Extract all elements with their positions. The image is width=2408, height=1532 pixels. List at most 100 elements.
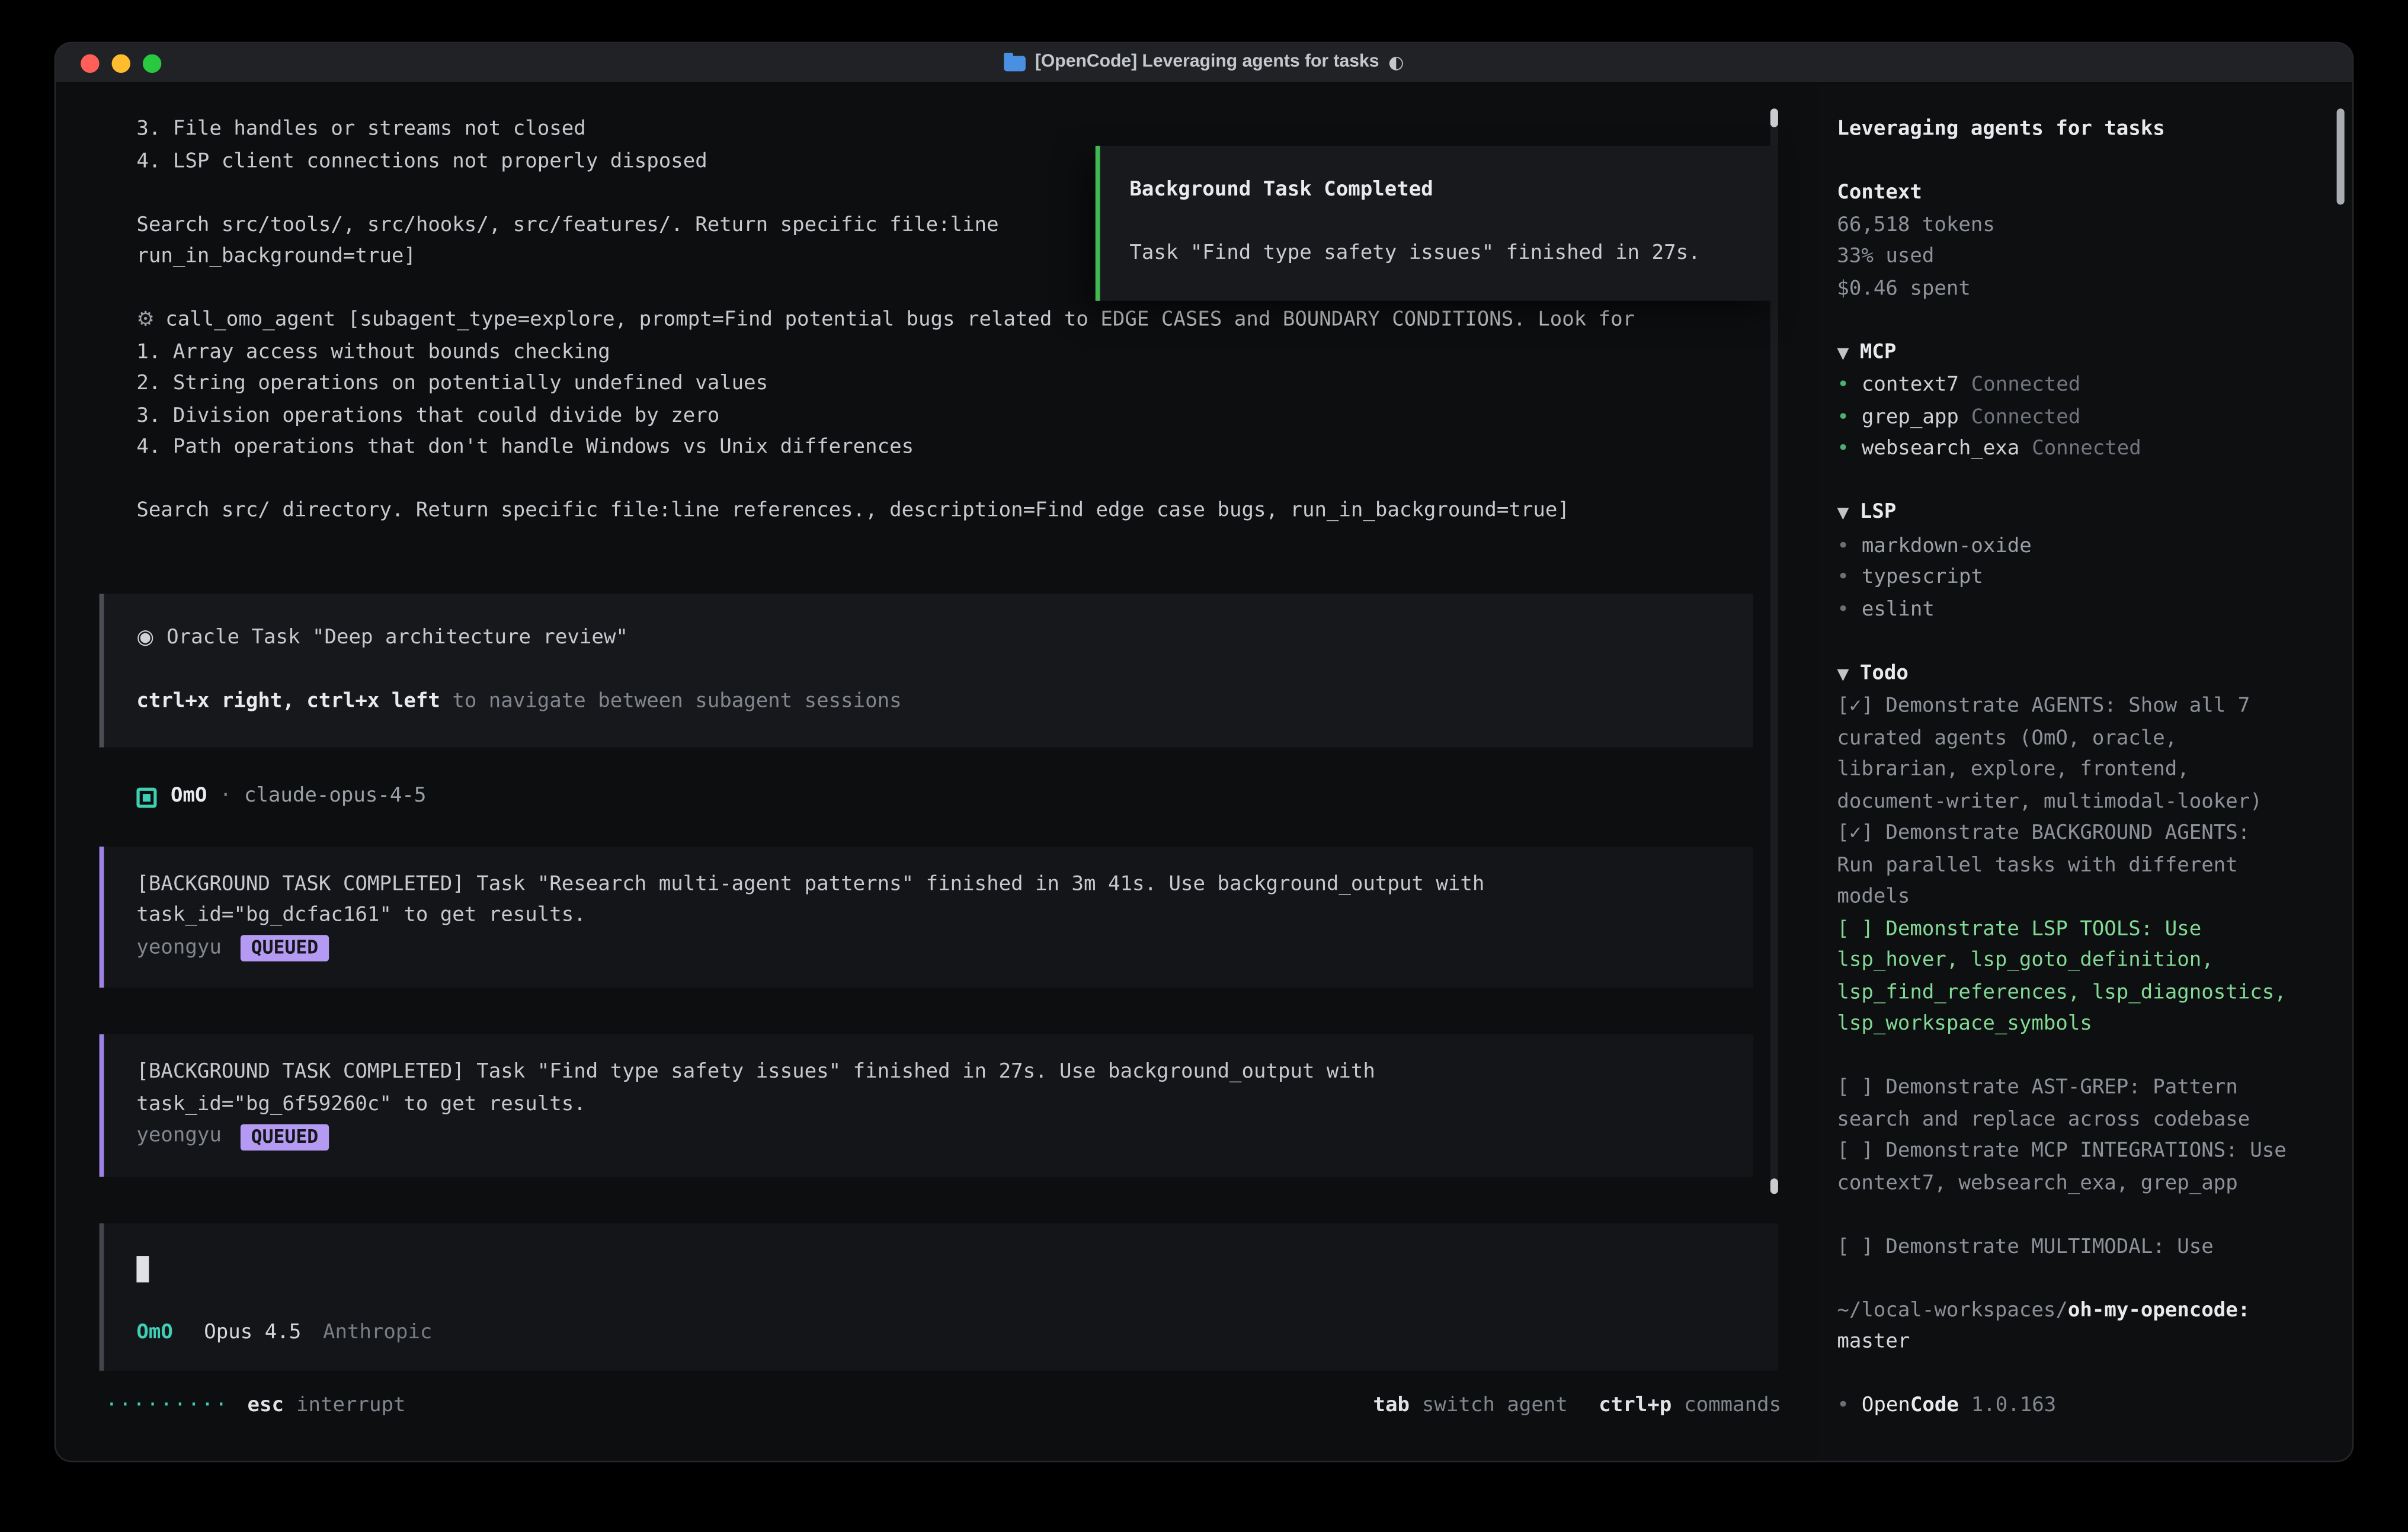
- opencode-version: •OpenCode1.0.163: [1837, 1391, 2324, 1423]
- main-scrollbar-thumb[interactable]: [1770, 108, 1778, 127]
- gear-icon: ⚙: [136, 309, 155, 332]
- input-model-name: Opus 4.5: [204, 1321, 301, 1344]
- session-sidebar: Leveraging agents for tasks Context 66,5…: [1818, 84, 2352, 1460]
- input-line[interactable]: [136, 1254, 1741, 1286]
- commands-key: ctrl+p: [1599, 1390, 1671, 1422]
- status-bar: ········· esc interrupt tab switch agent c…: [56, 1390, 1818, 1422]
- session-title: Leveraging agents for tasks: [1837, 115, 2324, 147]
- spinner-dots: ·········: [105, 1390, 229, 1422]
- workspace-branch: master: [1837, 1327, 2324, 1359]
- lsp-item: •eslint: [1837, 595, 2324, 627]
- tool-call-line: 3. Division operations that could divide…: [100, 401, 1753, 433]
- log-line: 3. File handles or streams not closed: [100, 115, 1753, 147]
- tool-call-line: Search src/ directory. Return specific f…: [100, 496, 1753, 528]
- notification-body: Task "Find type safety issues" finished …: [1129, 239, 1778, 271]
- message-text: [BACKGROUND TASK COMPLETED] Task "Find t…: [136, 1057, 1716, 1089]
- oracle-task-panel: ◉Oracle Task "Deep architecture review" …: [100, 593, 1753, 747]
- todo-item-pending: [ ] Demonstrate AST-GREP: Pattern search…: [1837, 1073, 2286, 1136]
- message-text: task_id="bg_6f59260c" to get results.: [136, 1089, 1716, 1121]
- workspace-path: ~/local-workspaces/oh-my-opencode:: [1837, 1296, 2324, 1328]
- tool-call-line: 1. Array access without bounds checking: [100, 337, 1753, 369]
- lsp-item: •markdown-oxide: [1837, 531, 2324, 563]
- record-dot-icon: ◉: [136, 626, 154, 649]
- terminal-window: [OpenCode] Leveraging agents for tasks ◐…: [56, 43, 2352, 1460]
- chevron-down-icon: ▼: [1837, 666, 1849, 683]
- nav-hint-text: to navigate between subagent sessions: [440, 689, 902, 712]
- agent-header: OmO·claude-opus-4-5: [100, 781, 1753, 813]
- todo-section-header[interactable]: ▼Todo: [1837, 658, 2324, 691]
- tab-label: switch agent: [1422, 1390, 1568, 1422]
- todo-item-done: [✓] Demonstrate AGENTS: Show all 7 curat…: [1837, 691, 2286, 819]
- todo-item-in-progress: [ ] Demonstrate LSP TOOLS: Use lsp_hover…: [1837, 914, 2286, 1041]
- message-block: [BACKGROUND TASK COMPLETED] Task "Resear…: [100, 846, 1753, 988]
- nav-hint: ctrl+x right, ctrl+x left to navigate be…: [136, 686, 1716, 718]
- half-circle-icon: ◐: [1388, 47, 1404, 79]
- chevron-down-icon: ▼: [1837, 345, 1849, 362]
- context-used: 33% used: [1837, 242, 2324, 274]
- zoom-window-button[interactable]: [143, 53, 161, 72]
- minimize-window-button[interactable]: [112, 53, 130, 72]
- window-titlebar[interactable]: [OpenCode] Leveraging agents for tasks ◐: [56, 43, 2352, 84]
- nav-hint-keys: ctrl+x right, ctrl+x left: [136, 689, 440, 712]
- todo-item-pending: [ ] Demonstrate MULTIMODAL: Use: [1837, 1232, 2286, 1264]
- commands-hint: ctrl+p commands: [1599, 1390, 1781, 1422]
- tool-call-line: ⚙ call_omo_agent [subagent_type=explore, …: [100, 306, 1753, 338]
- sidebar-scrollbar[interactable]: [2337, 108, 2345, 1435]
- mcp-item: •grep_appConnected: [1837, 402, 2324, 434]
- tab-hint: tab switch agent: [1373, 1390, 1567, 1422]
- bullet-icon: •: [1837, 1394, 1849, 1417]
- message-meta: yeongyu QUEUED: [136, 1121, 1716, 1153]
- bullet-icon: •: [1837, 437, 1849, 460]
- message-text: [BACKGROUND TASK COMPLETED] Task "Resear…: [136, 869, 1716, 901]
- window-title-text: [OpenCode] Leveraging agents for tasks: [1035, 47, 1379, 79]
- lsp-section-header[interactable]: ▼LSP: [1837, 498, 2324, 531]
- context-heading: Context: [1837, 178, 2324, 210]
- message-meta: yeongyu QUEUED: [136, 932, 1716, 964]
- message-text: task_id="bg_dcfac161" to get results.: [136, 901, 1716, 933]
- folder-icon: [1004, 55, 1026, 70]
- esc-hint: esc interrupt: [248, 1390, 406, 1422]
- screen: [OpenCode] Leveraging agents for tasks ◐…: [0, 0, 2408, 1532]
- agent-header-text: OmO·claude-opus-4-5: [171, 781, 426, 813]
- agent-model: claude-opus-4-5: [244, 784, 426, 807]
- main-scrollbar-thumb[interactable]: [1770, 1178, 1778, 1194]
- context-spent: $0.46 spent: [1837, 274, 2324, 306]
- input-agent-name: OmO: [136, 1321, 172, 1344]
- window-title: [OpenCode] Leveraging agents for tasks ◐: [1004, 47, 1404, 79]
- tool-call-line: [100, 464, 1753, 496]
- tool-call-line: 4. Path operations that don't handle Win…: [100, 432, 1753, 464]
- sidebar-scrollbar-thumb[interactable]: [2337, 108, 2345, 204]
- background-task-notification: Background Task Completed Task "Find typ…: [1096, 146, 1778, 301]
- bullet-icon: •: [1837, 534, 1849, 557]
- lsp-item: •typescript: [1837, 563, 2324, 595]
- traffic-lights: [81, 43, 161, 82]
- author: yeongyu: [136, 932, 221, 964]
- bullet-icon: •: [1837, 405, 1849, 428]
- queued-badge: QUEUED: [240, 1124, 329, 1150]
- todo-item-pending: [ ] Demonstrate MCP INTEGRATIONS: Use co…: [1837, 1137, 2286, 1200]
- text-cursor: [136, 1255, 149, 1281]
- mcp-item: •websearch_exaConnected: [1837, 434, 2324, 466]
- input-model-row: OmOOpus 4.5Anthropic: [136, 1317, 1741, 1349]
- queued-badge: QUEUED: [240, 935, 329, 961]
- author: yeongyu: [136, 1121, 221, 1153]
- bullet-icon: •: [1837, 566, 1849, 589]
- esc-label: interrupt: [296, 1390, 405, 1422]
- message-block: [BACKGROUND TASK COMPLETED] Task "Find t…: [100, 1034, 1753, 1176]
- context-tokens: 66,518 tokens: [1837, 210, 2324, 242]
- prompt-input[interactable]: OmOOpus 4.5Anthropic: [100, 1223, 1778, 1371]
- mcp-item: •context7Connected: [1837, 371, 2324, 403]
- tool-call-line: 2. String operations on potentially unde…: [100, 369, 1753, 401]
- close-window-button[interactable]: [81, 53, 99, 72]
- notification-title: Background Task Completed: [1129, 175, 1778, 207]
- esc-key: esc: [248, 1390, 284, 1422]
- tool-call-text: call_omo_agent [subagent_type=explore, p…: [165, 309, 1635, 332]
- commands-label: commands: [1684, 1390, 1781, 1422]
- bullet-icon: •: [1837, 374, 1849, 397]
- separator-dot: ·: [219, 784, 231, 807]
- todo-item-done: [✓] Demonstrate BACKGROUND AGENTS: Run p…: [1837, 819, 2286, 914]
- mcp-section-header[interactable]: ▼MCP: [1837, 337, 2324, 370]
- oracle-title-line: ◉ Oracle Task "Deep architecture review": [136, 623, 1716, 655]
- oracle-title: Oracle Task "Deep architecture review": [166, 626, 628, 649]
- tab-key: tab: [1373, 1390, 1409, 1422]
